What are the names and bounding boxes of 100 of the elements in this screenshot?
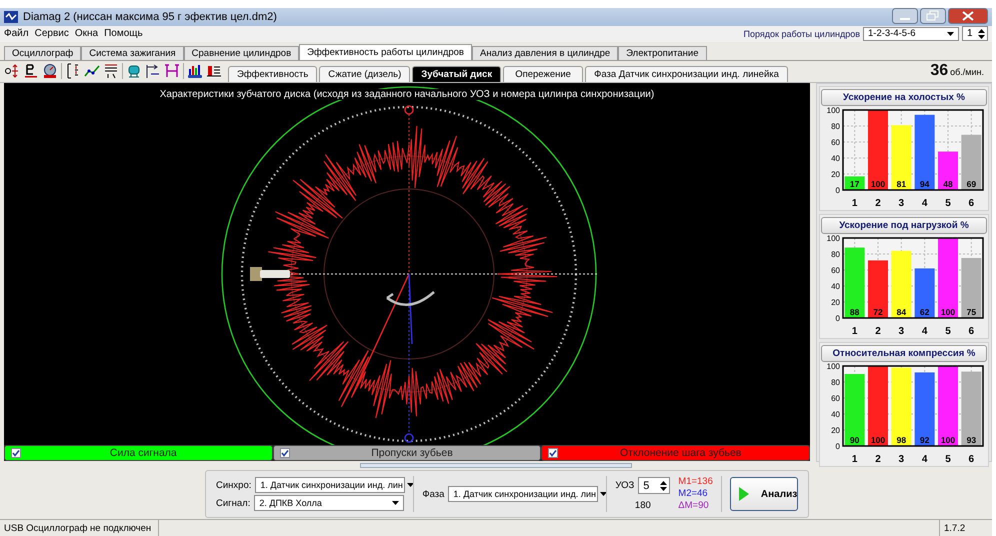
category-label: 6 [968,454,974,465]
subtab[interactable]: Сжатие (дизель) [319,66,410,82]
field-label: Сигнал: [216,498,250,509]
top-marker [404,104,414,114]
category-label: 5 [945,326,951,337]
rotation-arrow [386,290,436,306]
category-label: 3 [898,326,904,337]
category-label: 6 [968,326,974,337]
chart-title: Ускорение под нагрузкой % [821,216,987,234]
minimize-button[interactable] [892,8,918,24]
cylinder-order-select[interactable]: 1-2-3-4-5-6 [863,26,959,41]
cylinder-spinner[interactable]: 1 [962,26,988,42]
spin-arrows-icon [660,480,668,492]
tick-label: 20 [831,298,840,307]
marker-value: M1=136 [678,476,713,488]
tab[interactable]: Осциллограф [4,46,82,60]
uoz-label: УОЗ [615,480,634,492]
tab[interactable]: Эффективность работы цилиндров [299,44,472,60]
value-label: 92 [920,434,930,445]
subtab[interactable]: Зубчатый диск [412,66,502,82]
analyze-button[interactable]: Анализ [730,477,798,512]
tick-label: 40 [831,410,840,419]
m2-line [408,274,413,344]
tick-label: 100 [826,106,840,115]
category-label: 1 [852,198,858,209]
robot-icon[interactable] [126,63,142,80]
category-label: 5 [945,454,951,465]
category-label: 5 [945,198,951,209]
sensor-drawing [250,266,290,281]
tick-label: 20 [831,170,840,179]
category-label: 6 [968,198,974,209]
value-label: 93 [966,434,976,445]
version-label: 1.7.2 [939,520,992,536]
checkbox[interactable] [548,448,558,458]
legend-label: Пропуски зубьев [370,446,454,459]
close-button[interactable] [948,8,988,24]
value-label: 17 [850,178,860,189]
caret-icon [947,32,954,36]
value-label: 100 [940,306,956,317]
signal-select[interactable]: 2. ДПКВ Холла [254,495,404,512]
field-label: Синхро: [216,480,252,491]
tab[interactable]: Система зажигания [81,46,184,60]
rpm-value: 36 [930,62,948,80]
tick-label: 100 [826,362,840,371]
checkbox[interactable] [280,448,290,458]
markers-icon[interactable] [164,63,180,80]
category-label: 3 [898,454,904,465]
splitter-handle[interactable] [360,463,632,468]
value-label: 84 [896,306,906,317]
app-icon [4,10,18,23]
tick-label: 0 [836,314,840,323]
arrow-to-scale-icon[interactable] [145,63,161,80]
tick-label: 60 [831,394,840,403]
uoz-spinner[interactable]: 5 [638,477,670,494]
tick-label: 80 [831,250,840,259]
category-label: 1 [852,454,858,465]
cylinder-order-label: Порядок работы цилиндров [744,28,860,39]
caret-icon [406,483,414,488]
value-label: 81 [896,178,906,189]
tick-label: 40 [831,282,840,291]
bars-icon[interactable] [206,63,222,80]
value-label: 100 [870,178,886,189]
menu-item[interactable]: Помощь [104,28,143,40]
category-label: 4 [922,326,928,337]
tab[interactable]: Электропитание [618,46,706,60]
value-label: 94 [920,178,930,189]
category-label: 2 [875,198,881,209]
tick-label: 80 [831,378,840,387]
play-icon [738,487,749,502]
window-title: Diamag 2 (ниссан максима 95 г эфектив цел.dm2) [23,10,277,23]
value-label: 48 [943,178,953,189]
category-label: 4 [922,198,928,209]
tick-label: 100 [826,234,840,243]
value-label: 98 [896,434,906,445]
menu-item[interactable]: Окна [74,28,98,40]
scale-icon[interactable] [4,63,20,80]
category-label: 2 [875,326,881,337]
checkbox[interactable] [11,448,21,458]
tick-label: 60 [831,266,840,275]
menu-item[interactable]: Сервис [34,28,69,40]
subtab[interactable]: Эффективность [228,66,318,82]
tick-label: 0 [836,442,840,451]
caret-icon [600,492,607,496]
subtab[interactable]: Опережение [503,66,584,82]
scale-bar-icon[interactable] [65,63,81,80]
value-label: 75 [966,306,976,317]
chart-title: Относительная компрессия % [821,344,987,362]
gauge-icon[interactable] [42,63,58,80]
maximize-button[interactable] [920,8,946,24]
field-label: Фаза [422,488,444,500]
bar-chart-icon[interactable] [187,63,203,80]
value-label: 90 [850,434,860,445]
status-text: USB Осциллограф не подключен [0,520,159,536]
rpm-unit: об./мин. [950,67,984,78]
value-label: 72 [873,306,883,317]
spin-arrows-icon [978,28,985,40]
menu-item[interactable]: Файл [4,28,29,40]
tab[interactable]: Сравнение цилиндров [184,46,300,60]
subtab[interactable]: Фаза Датчик синхронизации инд. линейка [585,66,788,82]
tab[interactable]: Анализ давления в цилиндре [472,46,618,60]
